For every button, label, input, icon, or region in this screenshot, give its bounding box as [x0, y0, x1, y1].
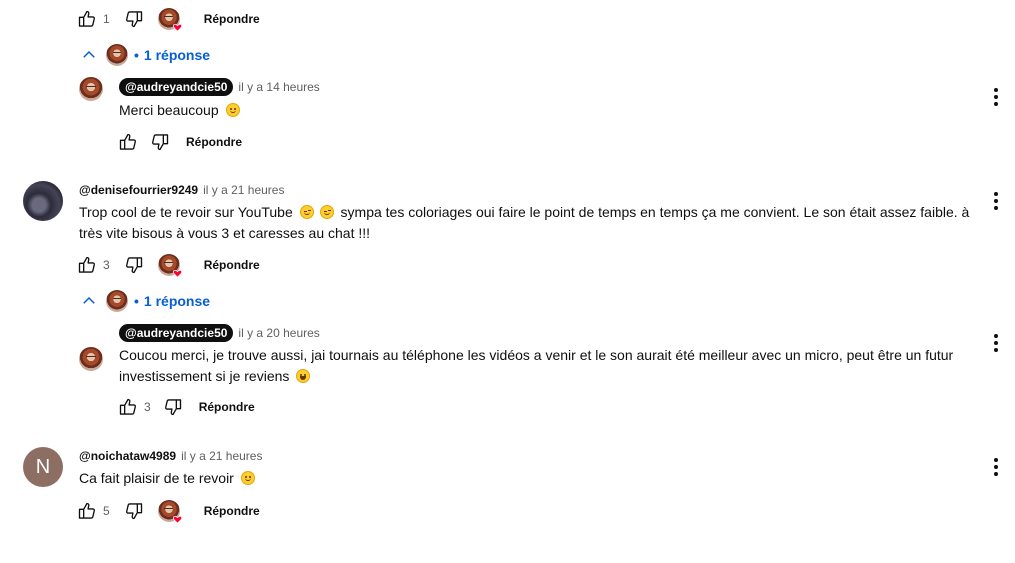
- replies-count: 1 réponse: [143, 293, 211, 309]
- timestamp[interactable]: il y a 21 heures: [203, 183, 284, 197]
- replies-count: 1 réponse: [143, 47, 211, 63]
- reply-button[interactable]: Répondre: [204, 504, 260, 518]
- reply-header: @audreyandcie50 il y a 14 heures: [119, 77, 320, 97]
- like-icon: [118, 132, 138, 152]
- like-button[interactable]: [118, 397, 138, 417]
- author-badge[interactable]: @audreyandcie50: [119, 78, 234, 96]
- thread3-action-bar: 5 Répondre: [77, 500, 260, 522]
- author-badge[interactable]: @audreyandcie50: [119, 324, 234, 342]
- comment-text-content: Coucou merci, je trouve aussi, jai tourn…: [119, 347, 954, 384]
- like-icon: [77, 501, 97, 521]
- chevron-up-icon: [80, 46, 98, 64]
- thread1-action-bar: 1 Répondre: [77, 8, 260, 30]
- reply-header: @audreyandcie50 il y a 20 heures: [119, 323, 320, 343]
- dislike-button[interactable]: [124, 501, 144, 521]
- dislike-button[interactable]: [124, 9, 144, 29]
- dislike-icon: [124, 255, 144, 275]
- comment-text: Trop cool de te revoir sur YouTube sympa…: [79, 202, 974, 244]
- reply-action-bar: 3 Répondre: [118, 396, 255, 418]
- timestamp[interactable]: il y a 14 heures: [238, 80, 319, 94]
- reply-button[interactable]: Répondre: [186, 135, 242, 149]
- dislike-button[interactable]: [124, 255, 144, 275]
- like-button[interactable]: [118, 132, 138, 152]
- dislike-icon: [124, 9, 144, 29]
- thread2-action-bar: 3 Répondre: [77, 254, 260, 276]
- more-vert-icon[interactable]: [986, 189, 1006, 213]
- heart-icon: [173, 515, 182, 524]
- reply-button[interactable]: Répondre: [199, 400, 255, 414]
- creator-heart-avatar: [157, 500, 182, 524]
- reply-author-avatar: [106, 290, 128, 312]
- bullet: •: [134, 293, 139, 309]
- dislike-button[interactable]: [150, 132, 170, 152]
- like-count: 3: [103, 258, 110, 272]
- like-icon: [77, 9, 97, 29]
- smile-emoji-icon: [240, 471, 255, 485]
- dislike-icon: [150, 132, 170, 152]
- like-button[interactable]: [77, 501, 97, 521]
- heart-icon: [173, 23, 182, 32]
- creator-heart-avatar: [157, 8, 182, 32]
- heart-icon: [173, 269, 182, 278]
- more-vert-icon[interactable]: [986, 331, 1006, 355]
- wink-emoji-icon: [299, 205, 314, 219]
- comment-header: @denisefourrier9249 il y a 21 heures: [79, 180, 284, 200]
- wink-emoji-icon: [319, 205, 334, 219]
- avatar[interactable]: [79, 77, 103, 101]
- comment-text-content: Merci beaucoup: [119, 102, 219, 118]
- avatar[interactable]: [79, 347, 103, 371]
- more-vert-icon[interactable]: [986, 455, 1006, 479]
- creator-heart-avatar: [157, 254, 182, 278]
- dislike-button[interactable]: [163, 397, 183, 417]
- timestamp[interactable]: il y a 21 heures: [181, 449, 262, 463]
- like-count: 3: [144, 400, 151, 414]
- bullet: •: [134, 47, 139, 63]
- chevron-up-icon: [80, 292, 98, 310]
- reply-action-bar: Répondre: [118, 131, 242, 153]
- like-button[interactable]: [77, 9, 97, 29]
- avatar[interactable]: [23, 181, 63, 221]
- timestamp[interactable]: il y a 20 heures: [238, 326, 319, 340]
- grin-emoji-icon: [296, 369, 311, 383]
- dislike-icon: [163, 397, 183, 417]
- author-name[interactable]: @noichataw4989: [79, 449, 176, 463]
- thread2-replies-toggle[interactable]: • 1 réponse: [80, 289, 210, 313]
- avatar-letter: N: [35, 455, 51, 478]
- smile-emoji-icon: [225, 103, 240, 117]
- comment-text: Merci beaucoup: [119, 100, 243, 121]
- comment-text-part1: Trop cool de te revoir sur YouTube: [79, 204, 293, 220]
- author-name[interactable]: @denisefourrier9249: [79, 183, 198, 197]
- reply-button[interactable]: Répondre: [204, 258, 260, 272]
- like-icon: [118, 397, 138, 417]
- more-vert-icon[interactable]: [986, 85, 1006, 109]
- like-count: 1: [103, 12, 110, 26]
- reply-author-avatar: [106, 44, 128, 66]
- comment-text: Ca fait plaisir de te revoir: [79, 468, 258, 489]
- comment-text: Coucou merci, je trouve aussi, jai tourn…: [119, 345, 969, 387]
- dislike-icon: [124, 501, 144, 521]
- like-button[interactable]: [77, 255, 97, 275]
- like-icon: [77, 255, 97, 275]
- comment-text-content: Ca fait plaisir de te revoir: [79, 470, 234, 486]
- avatar[interactable]: N: [23, 447, 63, 487]
- thread1-replies-toggle[interactable]: • 1 réponse: [80, 43, 210, 67]
- like-count: 5: [103, 504, 110, 518]
- reply-button[interactable]: Répondre: [204, 12, 260, 26]
- comment-header: @noichataw4989 il y a 21 heures: [79, 446, 262, 466]
